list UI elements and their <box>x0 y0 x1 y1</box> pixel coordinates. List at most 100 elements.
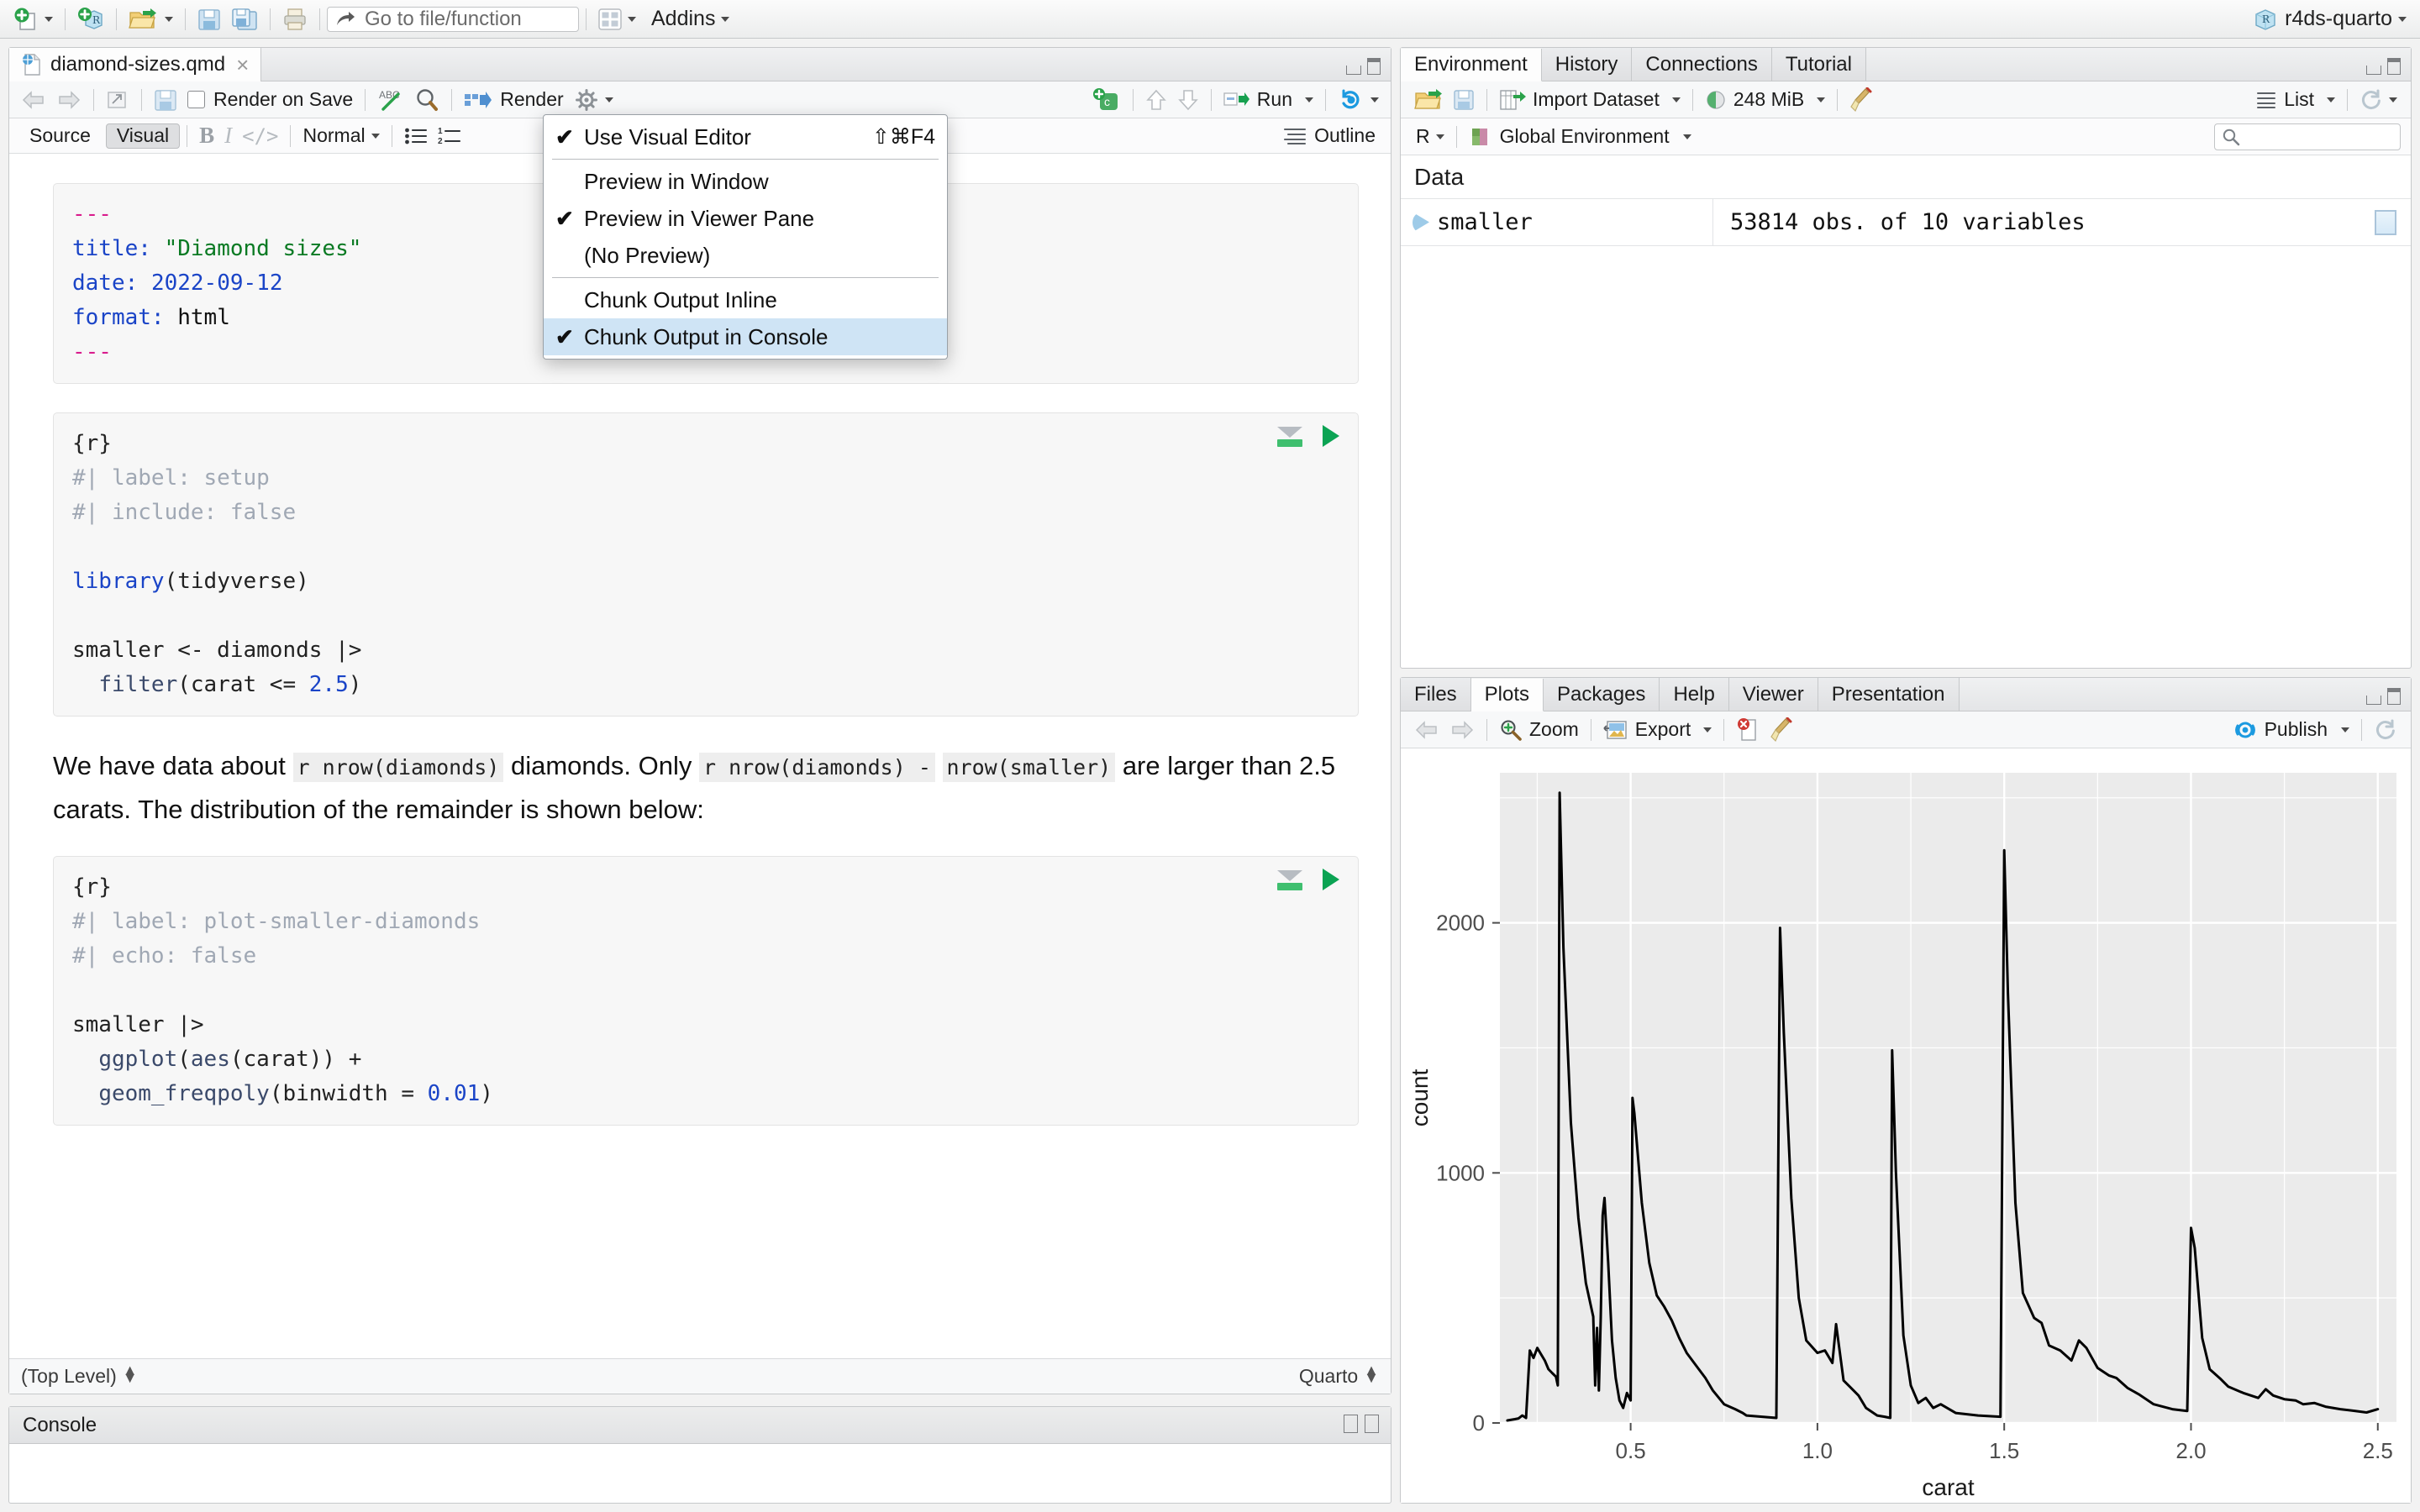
inline-code-nrow-diamonds[interactable]: r nrow(diamonds) <box>292 753 504 782</box>
goto-file-function-input[interactable]: Go to file/function <box>327 6 579 32</box>
bullet-list-button[interactable] <box>399 120 433 152</box>
view-mode-button[interactable]: List <box>2250 84 2340 116</box>
code-chunk-plot-smaller-diamonds[interactable]: {r} #| label: plot-smaller-diamonds #| e… <box>53 856 1359 1126</box>
italic-button[interactable]: I <box>219 120 237 152</box>
table-row[interactable]: smaller 53814 obs. of 10 variables <box>1401 199 2411 246</box>
zoom-plot-button[interactable]: Zoom <box>1494 714 1584 746</box>
run-button[interactable]: Run <box>1218 84 1318 116</box>
editor-tab-diamond-sizes[interactable]: diamond-sizes.qmd × <box>9 48 262 81</box>
minimize-icon[interactable] <box>1346 66 1361 75</box>
export-plot-button[interactable]: Export <box>1598 714 1717 746</box>
inline-code-nrow-smaller[interactable]: nrow(smaller) <box>942 753 1116 782</box>
expand-icon[interactable] <box>1413 212 1429 233</box>
new-project-button[interactable]: R <box>72 3 109 35</box>
tab-presentation[interactable]: Presentation <box>1818 678 1960 711</box>
back-button[interactable] <box>16 84 51 116</box>
save-all-button[interactable] <box>226 3 263 35</box>
tab-packages[interactable]: Packages <box>1544 678 1660 711</box>
chunk-options-icon[interactable] <box>1277 870 1302 890</box>
next-chunk-button[interactable] <box>1172 84 1204 116</box>
minimize-icon[interactable] <box>1344 1415 1358 1433</box>
mode-visual-button[interactable]: Visual <box>105 123 181 149</box>
tab-viewer[interactable]: Viewer <box>1728 678 1818 711</box>
plot-canvas[interactable]: 0.5 1.0 1.5 2.0 2.5 0 1000 2000 carat count <box>1401 749 2411 1503</box>
run-chunk-icon[interactable] <box>1323 425 1339 447</box>
checkbox-icon[interactable] <box>187 91 205 108</box>
code-chunk-setup[interactable]: {r} #| label: setup #| include: false li… <box>53 412 1359 717</box>
project-selector[interactable]: R r4ds-quarto <box>2248 3 2412 35</box>
open-file-button[interactable] <box>124 3 178 35</box>
numbered-list-button[interactable]: 1 2 <box>433 120 466 152</box>
popout-button[interactable] <box>101 84 134 116</box>
menu-item-preview-in-window[interactable]: Preview in Window <box>544 163 947 200</box>
forward-button[interactable] <box>51 84 87 116</box>
remove-plot-button[interactable] <box>1731 714 1765 746</box>
publish-button[interactable]: Publish <box>2228 714 2354 746</box>
import-dataset-button[interactable]: Import Dataset <box>1494 84 1686 116</box>
view-dataframe-button[interactable] <box>2360 209 2411 235</box>
render-options-gear-button[interactable] <box>569 84 618 116</box>
export-image-icon <box>1603 720 1627 739</box>
environment-scope-selector[interactable]: Global Environment <box>1464 121 1697 153</box>
environment-object-name-cell[interactable]: smaller <box>1401 199 1713 245</box>
inline-code-nrow-diff-part1[interactable]: r nrow(diamonds) - <box>698 753 935 782</box>
view-mode-label: List <box>2284 88 2314 110</box>
refresh-plot-button[interactable] <box>2369 714 2402 746</box>
render-options-menu[interactable]: ✔ Use Visual Editor ⇧⌘F4 Preview in Wind… <box>543 114 948 360</box>
addins-button[interactable]: Addins <box>641 3 734 35</box>
document-type-selector[interactable]: Quarto ▲ ▼ <box>1299 1362 1379 1388</box>
code-format-button[interactable]: </> <box>237 120 283 152</box>
close-icon[interactable]: × <box>236 52 249 78</box>
mode-source-button[interactable]: Source <box>19 123 101 149</box>
save-workspace-button[interactable] <box>1448 84 1480 116</box>
tab-help[interactable]: Help <box>1660 678 1729 711</box>
run-chunk-icon[interactable] <box>1323 869 1339 890</box>
render-button[interactable]: Render <box>459 84 568 116</box>
tab-connections[interactable]: Connections <box>1632 48 1772 81</box>
language-selector[interactable]: R <box>1411 121 1449 153</box>
tab-tutorial[interactable]: Tutorial <box>1771 48 1866 81</box>
load-workspace-button[interactable] <box>1409 84 1448 116</box>
scope-selector[interactable]: (Top Level) ▲ ▼ <box>21 1362 138 1388</box>
print-button[interactable] <box>277 3 313 35</box>
menu-item-no-preview[interactable]: (No Preview) <box>544 237 947 274</box>
minimize-icon[interactable] <box>2366 696 2381 705</box>
insert-chunk-button[interactable]: c <box>1087 84 1126 116</box>
clear-workspace-button[interactable] <box>1844 84 1878 116</box>
outline-button[interactable]: Outline <box>1278 120 1381 152</box>
environment-search-input[interactable] <box>2214 123 2401 150</box>
menu-item-use-visual-editor[interactable]: ✔ Use Visual Editor ⇧⌘F4 <box>544 118 947 155</box>
maximize-icon[interactable] <box>2387 58 2401 75</box>
prose-paragraph[interactable]: We have data about r nrow(diamonds) diam… <box>53 745 1359 831</box>
save-document-button[interactable] <box>149 84 182 116</box>
rerun-chunks-button[interactable] <box>1333 84 1384 116</box>
minimize-icon[interactable] <box>2366 66 2381 75</box>
bold-button[interactable]: B <box>194 120 219 152</box>
tab-plots[interactable]: Plots <box>1470 679 1544 711</box>
chunk-options-icon[interactable] <box>1277 427 1302 447</box>
maximize-icon[interactable] <box>1367 58 1381 75</box>
new-file-button[interactable] <box>8 3 58 35</box>
save-button[interactable] <box>192 3 226 35</box>
previous-chunk-button[interactable] <box>1140 84 1172 116</box>
memory-usage-button[interactable]: 248 MiB <box>1700 84 1830 116</box>
maximize-icon[interactable] <box>1365 1415 1379 1433</box>
import-dataset-label: Import Dataset <box>1533 88 1660 110</box>
refresh-environment-button[interactable] <box>2354 84 2402 116</box>
tab-history[interactable]: History <box>1541 48 1633 81</box>
find-replace-button[interactable] <box>409 84 445 116</box>
pane-layout-button[interactable] <box>593 3 641 35</box>
menu-item-chunk-output-in-console[interactable]: ✔ Chunk Output in Console <box>544 318 947 355</box>
menu-item-chunk-output-inline[interactable]: Chunk Output Inline <box>544 281 947 318</box>
spellcheck-button[interactable]: ABC <box>372 84 409 116</box>
block-format-dropdown[interactable]: Normal <box>297 120 384 152</box>
tab-files[interactable]: Files <box>1401 678 1471 711</box>
render-on-save-toggle[interactable]: Render on Save <box>182 84 358 116</box>
maximize-icon[interactable] <box>2387 688 2401 705</box>
menu-item-preview-in-viewer-pane[interactable]: ✔ Preview in Viewer Pane <box>544 200 947 237</box>
clear-plots-button[interactable] <box>1765 714 1798 746</box>
next-plot-button[interactable] <box>1444 714 1480 746</box>
chevron-down-icon <box>628 16 636 22</box>
tab-environment[interactable]: Environment <box>1401 49 1542 81</box>
previous-plot-button[interactable] <box>1409 714 1444 746</box>
